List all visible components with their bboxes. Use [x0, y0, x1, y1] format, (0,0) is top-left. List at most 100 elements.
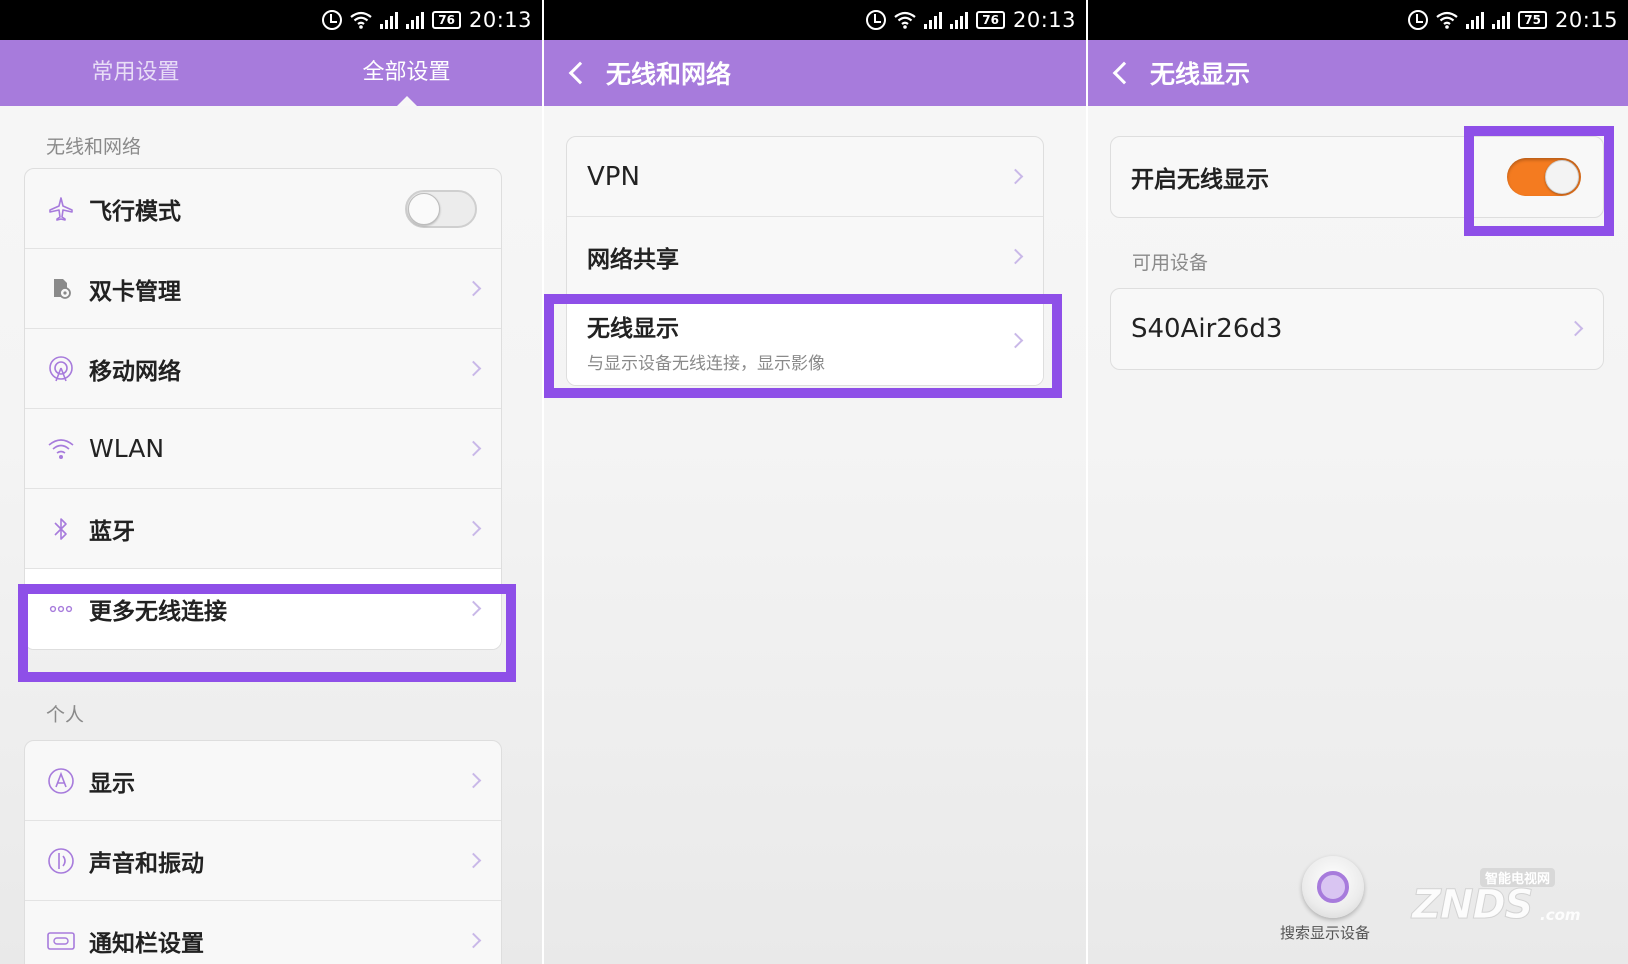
- alarm-icon: [322, 10, 343, 30]
- chevron-right-icon: [465, 772, 482, 788]
- settings-item-dual-sim[interactable]: 双卡管理: [25, 249, 501, 329]
- search-display-icon: [1317, 871, 1349, 903]
- more-dots-icon: [45, 593, 77, 625]
- wireless-network-screen: 76 20:13 无线和网络 VPN 网络共享 无线显示 与显示设备无线连接，显…: [544, 0, 1086, 964]
- settings-item-more-wireless[interactable]: 更多无线连接: [25, 569, 501, 649]
- toggle-card: 开启无线显示: [1110, 136, 1604, 218]
- wifi-status-icon: [1436, 11, 1458, 29]
- watermark-logo: 智能电视网 ZNDS .com: [1412, 868, 1582, 929]
- settings-item-label: 显示: [89, 770, 135, 797]
- airplane-icon: [45, 193, 77, 225]
- settings-item-wireless-display[interactable]: 无线显示 与显示设备无线连接，显示影像: [567, 297, 1043, 385]
- chevron-right-icon: [465, 932, 482, 949]
- chevron-right-icon: [465, 600, 482, 617]
- wifi-icon: [45, 433, 77, 465]
- section-label-wireless: 无线和网络: [46, 136, 142, 158]
- signal-icon: [1492, 11, 1511, 29]
- sim-card-icon: [45, 273, 77, 305]
- settings-item-label: 更多无线连接: [89, 599, 227, 625]
- airplane-mode-toggle[interactable]: [405, 189, 477, 228]
- watermark-main: ZNDS: [1412, 882, 1534, 929]
- signal-icon: [1466, 11, 1485, 29]
- settings-item-label: VPN: [587, 161, 640, 192]
- header-tabs: 常用设置 全部设置: [0, 40, 542, 106]
- signal-icon: [924, 11, 943, 29]
- personal-card: 显示 声音和振动 通知栏设置: [24, 740, 502, 964]
- search-devices-button[interactable]: [1302, 856, 1364, 918]
- battery-icon: 76: [432, 11, 461, 29]
- status-bar: 76 20:13: [544, 0, 1086, 40]
- back-button[interactable]: 无线和网络: [544, 40, 731, 106]
- settings-item-label: 无线显示: [587, 315, 679, 342]
- settings-item-label: 蓝牙: [89, 518, 135, 545]
- wireless-display-toggle[interactable]: [1507, 158, 1581, 196]
- alarm-icon: [866, 10, 887, 30]
- settings-item-label: WLAN: [89, 434, 165, 463]
- battery-icon: 76: [976, 11, 1005, 29]
- tab-common-settings[interactable]: 常用设置: [0, 40, 271, 106]
- page-title: 无线和网络: [606, 60, 732, 89]
- notification-icon: [45, 925, 77, 957]
- chevron-right-icon: [465, 360, 482, 376]
- device-item[interactable]: S40Air26d3: [1111, 289, 1603, 369]
- wireless-card: 飞行模式 双卡管理 移动网络 WLAN 蓝牙 更多无线连接: [24, 168, 502, 650]
- watermark-suffix: .com: [1540, 906, 1581, 924]
- page-title: 无线显示: [1150, 60, 1251, 89]
- header: 无线显示: [1088, 40, 1628, 106]
- toggle-knob: [408, 192, 440, 225]
- chevron-right-icon: [465, 520, 482, 536]
- chevron-right-icon: [1007, 248, 1024, 264]
- search-devices-label: 搜索显示设备: [1280, 924, 1371, 942]
- chevron-right-icon: [1007, 168, 1024, 184]
- device-name: S40Air26d3: [1131, 314, 1283, 344]
- wifi-status-icon: [350, 11, 372, 29]
- status-bar: 75 20:15: [1088, 0, 1628, 40]
- settings-item-wlan[interactable]: WLAN: [25, 409, 501, 489]
- header: 无线和网络: [544, 40, 1086, 106]
- settings-item-label: 开启无线显示: [1131, 167, 1269, 193]
- section-label-personal: 个人: [46, 704, 85, 726]
- status-bar: 76 20:13: [0, 0, 542, 40]
- settings-item-vpn[interactable]: VPN: [567, 137, 1043, 217]
- wifi-status-icon: [894, 11, 916, 29]
- back-button[interactable]: 无线显示: [1088, 40, 1250, 106]
- settings-item-airplane-mode[interactable]: 飞行模式: [25, 169, 501, 249]
- settings-item-label: 双卡管理: [89, 278, 181, 305]
- settings-item-bluetooth[interactable]: 蓝牙: [25, 489, 501, 569]
- device-card: S40Air26d3: [1110, 288, 1604, 370]
- settings-item-notification[interactable]: 通知栏设置: [25, 901, 501, 964]
- signal-icon: [406, 11, 425, 29]
- wireless-display-screen: 75 20:15 无线显示 开启无线显示 可用设备 S40Air26d3: [1088, 0, 1628, 964]
- settings-item-tethering[interactable]: 网络共享: [567, 217, 1043, 297]
- settings-item-label: 通知栏设置: [89, 931, 204, 957]
- settings-item-display[interactable]: 显示: [25, 741, 501, 821]
- section-label-devices: 可用设备: [1132, 252, 1209, 274]
- back-chevron-icon: [568, 61, 592, 85]
- settings-item-mobile-network[interactable]: 移动网络: [25, 329, 501, 409]
- network-card: VPN 网络共享 无线显示 与显示设备无线连接，显示影像: [566, 136, 1044, 386]
- chevron-right-icon: [465, 852, 482, 868]
- bluetooth-icon: [45, 513, 77, 545]
- signal-icon: [950, 11, 969, 29]
- sound-icon: [45, 845, 77, 877]
- chevron-right-icon: [1567, 320, 1584, 337]
- settings-item-label: 网络共享: [587, 246, 679, 273]
- tab-all-settings[interactable]: 全部设置: [271, 40, 542, 106]
- settings-item-label: 飞行模式: [89, 198, 181, 225]
- settings-item-label: 声音和振动: [89, 850, 204, 877]
- settings-screen-all: 76 20:13 常用设置 全部设置 无线和网络 飞行模式 双卡管理 移动网络: [0, 0, 542, 964]
- status-time: 20:15: [1554, 8, 1618, 32]
- settings-item-sound[interactable]: 声音和振动: [25, 821, 501, 901]
- toggle-knob: [1545, 160, 1579, 194]
- wireless-display-toggle-row[interactable]: 开启无线显示: [1111, 137, 1603, 217]
- settings-item-text: 无线显示 与显示设备无线连接，显示影像: [587, 309, 825, 374]
- chevron-right-icon: [465, 280, 482, 296]
- chevron-right-icon: [1007, 332, 1024, 349]
- back-chevron-icon: [1112, 61, 1136, 85]
- settings-item-subtitle: 与显示设备无线连接，显示影像: [587, 353, 825, 374]
- status-time: 20:13: [1012, 8, 1076, 32]
- chevron-right-icon: [465, 440, 482, 456]
- cellular-icon: [45, 353, 77, 385]
- display-icon: [45, 765, 77, 797]
- battery-icon: 75: [1518, 11, 1547, 29]
